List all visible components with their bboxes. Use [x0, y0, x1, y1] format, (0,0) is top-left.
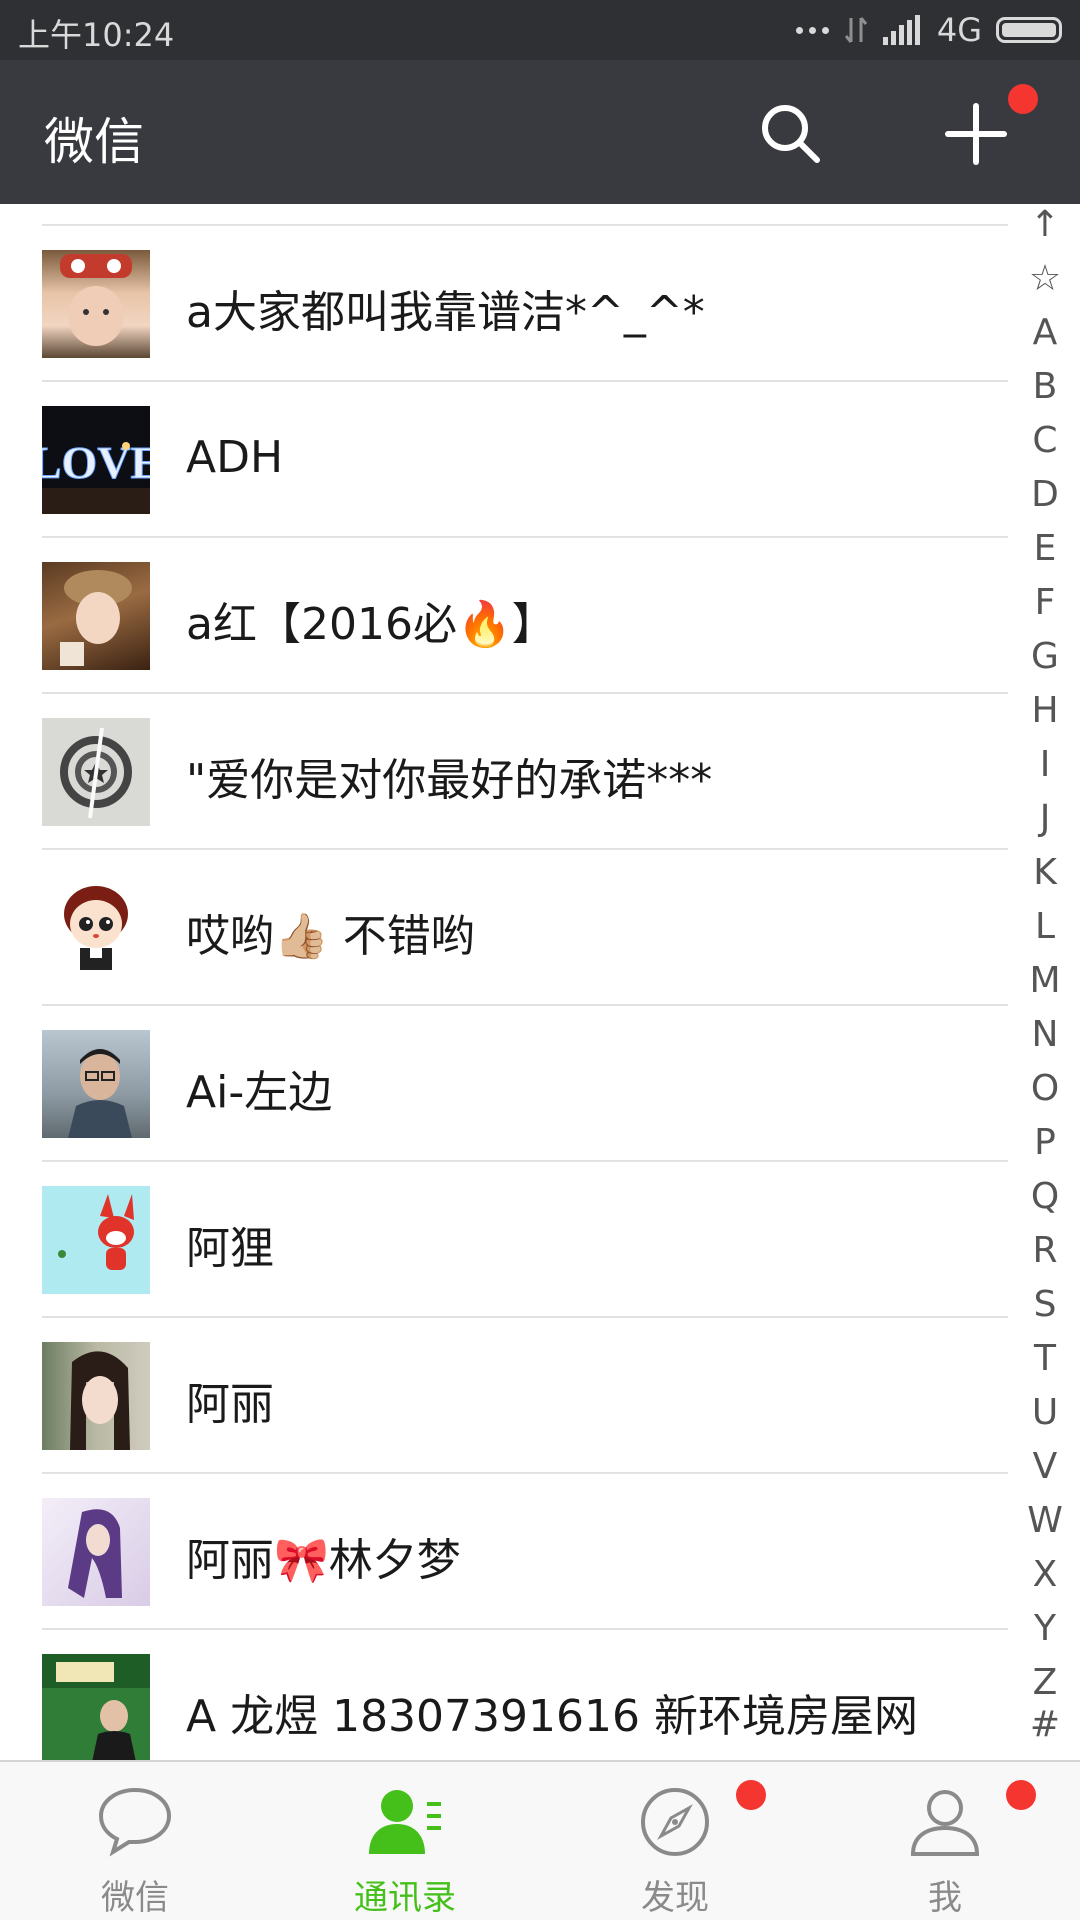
avatar: LOVE [42, 406, 150, 514]
avatar [42, 874, 150, 982]
index-letter[interactable]: S [1010, 1284, 1080, 1325]
app-bar: 微信 [0, 60, 1080, 204]
contact-row[interactable]: a红【2016必🔥】 [0, 538, 1010, 694]
avatar [42, 250, 150, 358]
index-favorites[interactable]: ☆ [1010, 258, 1080, 299]
index-letter[interactable]: C [1010, 420, 1080, 461]
index-letter[interactable]: G [1010, 636, 1080, 677]
index-letter[interactable]: M [1010, 960, 1080, 1001]
me-badge [1006, 1780, 1036, 1810]
contact-name: Ai-左边 [186, 1067, 333, 1118]
index-hash[interactable]: # [1010, 1704, 1080, 1745]
contact-row[interactable]: 哎哟👍🏼 不错哟 [0, 850, 1010, 1006]
index-letter[interactable]: E [1010, 528, 1080, 569]
index-letter[interactable]: T [1010, 1338, 1080, 1379]
contact-row[interactable]: "爱你是对你最好的承诺*** [0, 694, 1010, 850]
contact-name: 阿狸 [186, 1223, 274, 1274]
compass-icon [641, 1788, 709, 1856]
person-icon [910, 1790, 980, 1856]
data-transfer-icon [844, 17, 867, 43]
index-letter[interactable]: N [1010, 1014, 1080, 1055]
index-letter[interactable]: I [1010, 744, 1080, 785]
battery-icon [996, 17, 1062, 43]
index-letter[interactable]: W [1010, 1500, 1080, 1541]
chat-bubble-icon [98, 1787, 172, 1857]
avatar [42, 718, 150, 826]
contact-name: A 龙煜 18307391616 新环境房屋网 [186, 1691, 918, 1742]
index-letter[interactable]: Y [1010, 1608, 1080, 1649]
tab-discover[interactable]: 发现 [540, 1762, 810, 1922]
page-title: 微信 [44, 113, 144, 171]
contact-name: 阿丽🎀林夕梦 [186, 1535, 461, 1586]
index-letter[interactable]: X [1010, 1554, 1080, 1595]
status-time: 上午10:24 [18, 16, 175, 54]
discover-badge [736, 1780, 766, 1810]
bottom-tab-bar: 微信 通讯录 发现 我 [0, 1760, 1080, 1920]
index-letter[interactable]: B [1010, 366, 1080, 407]
index-letter[interactable]: J [1010, 798, 1080, 839]
plus-icon[interactable] [940, 98, 1012, 170]
status-icons: 4G [795, 8, 1062, 52]
search-icon[interactable] [755, 98, 827, 170]
contact-row[interactable]: a大家都叫我靠谱洁*^_^* [0, 226, 1010, 382]
contact-name: "爱你是对你最好的承诺*** [186, 755, 713, 806]
contact-name: a大家都叫我靠谱洁*^_^* [186, 287, 705, 338]
contact-name: 阿丽 [186, 1379, 274, 1430]
avatar [42, 1498, 150, 1606]
index-letter[interactable]: A [1010, 312, 1080, 353]
index-letter[interactable]: P [1010, 1122, 1080, 1163]
contact-row[interactable]: LOVE ADH [0, 382, 1010, 538]
contact-name: a红【2016必🔥】 [186, 599, 556, 650]
signal-icon [882, 15, 920, 45]
contact-name: ADH [186, 432, 284, 483]
tab-chats[interactable]: 微信 [0, 1762, 270, 1922]
index-letter[interactable]: V [1010, 1446, 1080, 1487]
index-letter[interactable]: Q [1010, 1176, 1080, 1217]
index-letter[interactable]: Z [1010, 1662, 1080, 1703]
index-letter[interactable]: L [1010, 906, 1080, 947]
tab-contacts[interactable]: 通讯录 [270, 1762, 540, 1922]
svg-text:LOVE: LOVE [42, 437, 150, 488]
index-letter[interactable]: D [1010, 474, 1080, 515]
tab-label: 微信 [101, 1878, 169, 1918]
avatar [42, 1186, 150, 1294]
avatar [42, 1654, 150, 1760]
contact-name: 哎哟👍🏼 不错哟 [186, 911, 475, 962]
index-letter[interactable]: O [1010, 1068, 1080, 1109]
index-letter[interactable]: F [1010, 582, 1080, 623]
index-letter[interactable]: K [1010, 852, 1080, 893]
tab-label: 通讯录 [354, 1878, 456, 1918]
index-letter[interactable]: U [1010, 1392, 1080, 1433]
contacts-icon [369, 1790, 441, 1854]
contact-row[interactable]: A 龙煜 18307391616 新环境房屋网 [0, 1630, 1010, 1760]
avatar [42, 1030, 150, 1138]
avatar [42, 1342, 150, 1450]
contact-row[interactable]: 阿丽 [0, 1318, 1010, 1474]
tab-me[interactable]: 我 [810, 1762, 1080, 1922]
notification-dots-icon [795, 26, 829, 34]
contact-row[interactable]: 阿丽🎀林夕梦 [0, 1474, 1010, 1630]
index-up-arrow[interactable]: ↑ [1010, 204, 1080, 245]
contact-row[interactable]: 阿狸 [0, 1162, 1010, 1318]
status-bar: 上午10:24 4G [0, 0, 1080, 60]
tab-label: 我 [928, 1878, 962, 1918]
contact-list[interactable]: a大家都叫我靠谱洁*^_^* LOVE ADH a红【2016必🔥】 "爱你是对… [0, 204, 1010, 1760]
index-letter[interactable]: R [1010, 1230, 1080, 1271]
plus-badge [1008, 84, 1038, 114]
network-type: 4G [936, 11, 982, 49]
alphabet-index-bar[interactable]: ↑ ☆ A B C D E F G H I J K L M N O P Q R … [1010, 204, 1080, 1760]
contact-row[interactable]: Ai-左边 [0, 1006, 1010, 1162]
index-letter[interactable]: H [1010, 690, 1080, 731]
tab-label: 发现 [641, 1878, 709, 1918]
avatar [42, 562, 150, 670]
